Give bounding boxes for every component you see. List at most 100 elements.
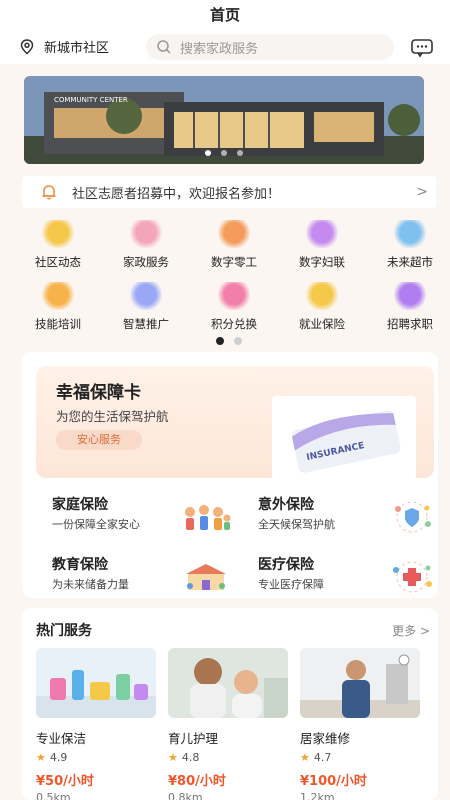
grid-item[interactable]: 数字零工	[190, 216, 278, 272]
grid-item[interactable]: 社区动态	[14, 216, 102, 272]
search-placeholder: 搜索家政服务	[180, 41, 259, 57]
family-insurance-item[interactable]: 家庭保险 一份保障全家安心	[52, 494, 238, 546]
service-distance: 0.5km	[36, 791, 71, 800]
grid-item-label: 技能培训	[35, 317, 81, 331]
pager-dot[interactable]	[234, 337, 242, 345]
smart-promotion-icon	[130, 282, 162, 310]
grid-item-label: 招聘求职	[387, 317, 433, 331]
community-news-icon	[42, 220, 74, 248]
banner-dot[interactable]	[221, 150, 227, 156]
search-input[interactable]: 搜索家政服务	[146, 34, 394, 60]
grid-item-label: 未来超市	[387, 255, 433, 269]
service-card[interactable]: 育儿护理 ★ 4.8 ¥80/小时 0.8km	[168, 648, 288, 800]
womens-federation-icon	[306, 220, 338, 248]
service-distance: 0.8km	[168, 791, 203, 800]
accident-shield-icon	[395, 501, 431, 533]
grid-item-label: 数字零工	[211, 255, 257, 269]
service-name: 专业保洁	[36, 731, 87, 746]
recruitment-icon	[394, 282, 426, 310]
insurance-desc: 专业医疗保障	[258, 578, 324, 591]
insurance-title: 教育保险	[52, 557, 108, 573]
medical-insurance-item[interactable]: 医疗保险 专业医疗保障	[258, 554, 444, 606]
grid-item-label: 就业保险	[299, 317, 345, 331]
medical-cross-icon	[393, 561, 432, 593]
page-title: 首页	[209, 6, 240, 24]
service-name: 育儿护理	[168, 731, 219, 746]
more-link[interactable]: 更多 >	[392, 622, 430, 639]
rating-value: 4.8	[181, 751, 200, 764]
grid-item-label: 数字妇联	[299, 255, 345, 269]
grid-item-label: 积分兑换	[211, 317, 257, 331]
function-grid: 社区动态 家政服务 数字零工 数字妇联 未来超市技能培训 智慧推广 积分兑换 就业保险 招聘求职	[14, 216, 444, 346]
grid-item-label: 家政服务	[123, 255, 169, 269]
employment-insurance-icon	[306, 282, 338, 310]
grid-item[interactable]: 就业保险	[278, 278, 366, 334]
star-icon: ★	[36, 751, 46, 764]
insurance-title: 意外保险	[258, 497, 314, 513]
housekeeping-icon	[130, 220, 162, 248]
skills-training-icon	[42, 282, 74, 310]
bell-icon	[42, 185, 56, 200]
peace-of-mind-button[interactable]: 安心服务	[56, 430, 142, 450]
grid-item[interactable]: 数字妇联	[278, 216, 366, 272]
accident-insurance-item[interactable]: 意外保险 全天候保驾护航	[258, 494, 444, 546]
grid-item[interactable]: 招聘求职	[366, 278, 450, 334]
message-icon[interactable]	[410, 38, 434, 58]
grid-item-label: 智慧推广	[123, 317, 169, 331]
insurance-title: 家庭保险	[52, 497, 108, 513]
happiness-card-banner[interactable]: 幸福保障卡 为您的生活保驾护航 安心服务 INSURANCE	[36, 366, 434, 486]
top-bar: 首页	[0, 0, 450, 30]
hot-services-section: 热门服务 更多 > 专业保洁 ★ 4.9 ¥50/小时 0.5km 育儿护理 ★ 4…	[22, 608, 438, 800]
cleaning-photo	[36, 648, 156, 718]
location-name: 新城市社区	[44, 41, 110, 56]
star-icon: ★	[168, 751, 178, 764]
search-icon	[157, 40, 171, 54]
insurance-card-image: INSURANCE	[272, 396, 416, 486]
service-rating: ★ 4.7	[300, 751, 420, 764]
grid-item[interactable]: 积分兑换	[190, 278, 278, 334]
rating-value: 4.7	[313, 751, 332, 764]
points-exchange-icon	[218, 282, 250, 310]
location-search-bar: 新城市社区 搜索家政服务	[0, 30, 450, 64]
insurance-desc: 全天候保驾护航	[258, 518, 335, 531]
service-distance: 1.2km	[300, 791, 335, 800]
childcare-photo	[168, 648, 288, 718]
announcement-text: 社区志愿者招募中，欢迎报名参加！	[72, 186, 281, 202]
service-card[interactable]: 专业保洁 ★ 4.9 ¥50/小时 0.5km	[36, 648, 156, 800]
banner-dot[interactable]	[237, 150, 243, 156]
grid-item-label: 社区动态	[35, 255, 81, 269]
service-rating: ★ 4.8	[168, 751, 288, 764]
insurance-desc: 为未来储备力量	[52, 578, 129, 591]
banner-dot[interactable]	[205, 150, 211, 156]
service-name: 居家维修	[300, 731, 351, 746]
education-illustration-icon	[186, 564, 226, 590]
service-card[interactable]: 居家维修 ★ 4.7 ¥100/小时 1.2km	[300, 648, 420, 800]
rating-value: 4.9	[49, 751, 68, 764]
grid-item[interactable]: 智慧推广	[102, 278, 190, 334]
grid-item[interactable]: 家政服务	[102, 216, 190, 272]
banner-carousel[interactable]: COMMUNITY CENTER	[24, 76, 424, 164]
grid-item[interactable]: 未来超市	[366, 216, 450, 272]
home-repair-photo	[300, 648, 420, 718]
location-selector[interactable]: 新城市社区	[18, 37, 109, 56]
pager-dot[interactable]	[216, 337, 224, 345]
card-title: 幸福保障卡	[56, 383, 141, 403]
grid-item[interactable]: 技能培训	[14, 278, 102, 334]
banner-indicator	[24, 141, 424, 160]
insurance-title: 医疗保险	[258, 557, 314, 573]
insurance-desc: 一份保障全家安心	[52, 518, 140, 531]
announcement-bar[interactable]: 社区志愿者招募中，欢迎报名参加！ >	[22, 176, 436, 208]
family-illustration-icon	[185, 505, 231, 530]
banner-sign: COMMUNITY CENTER	[54, 96, 128, 104]
service-price: ¥80/小时	[168, 774, 226, 789]
card-subtitle: 为您的生活保驾护航	[56, 409, 169, 424]
location-pin-icon	[20, 38, 34, 54]
gig-work-icon	[218, 220, 250, 248]
chevron-right-icon: >	[416, 184, 428, 200]
service-rating: ★ 4.9	[36, 751, 156, 764]
section-title: 热门服务	[36, 623, 92, 639]
service-price: ¥50/小时	[36, 774, 94, 789]
service-price: ¥100/小时	[300, 774, 367, 789]
star-icon: ★	[300, 751, 310, 764]
education-insurance-item[interactable]: 教育保险 为未来储备力量	[52, 554, 238, 606]
